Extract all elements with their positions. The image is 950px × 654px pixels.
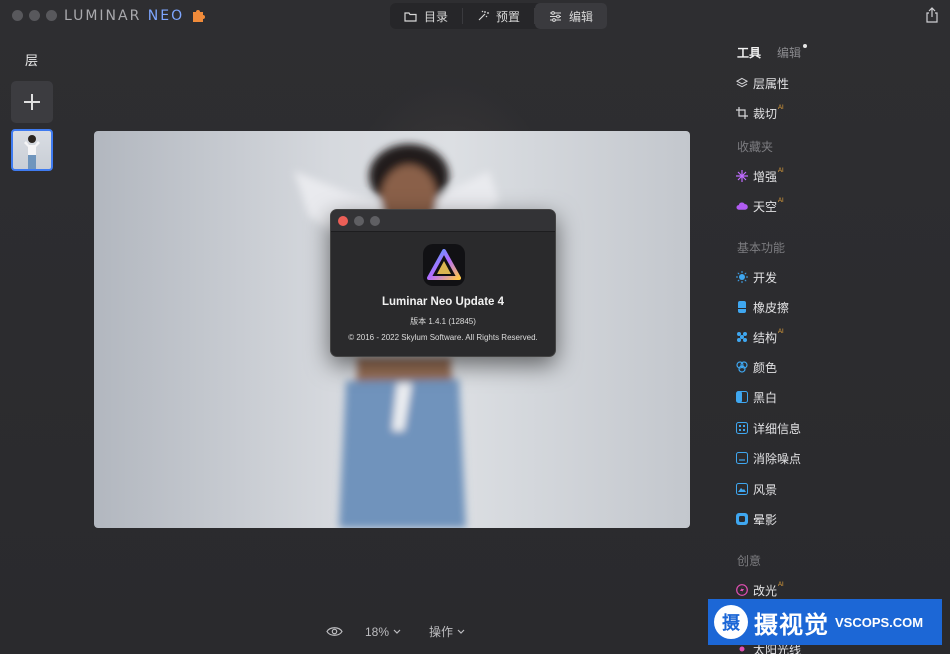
tool-develop-label: 开发 <box>753 270 778 285</box>
chevron-down-icon <box>393 629 401 634</box>
tool-layer-properties-label: 层属性 <box>753 76 790 91</box>
cloud-icon <box>736 202 748 210</box>
tab-presets-label: 预置 <box>496 9 521 24</box>
tool-develop[interactable]: 开发 <box>736 269 777 285</box>
chevron-down-icon <box>457 629 465 634</box>
sparkle-icon <box>736 170 748 182</box>
tab-tools[interactable]: 工具 <box>737 44 761 61</box>
tool-enhance[interactable]: 增强AI <box>736 168 784 184</box>
bottom-toolbar: 18% 操作 <box>326 623 465 640</box>
zoom-window-button[interactable] <box>46 10 57 21</box>
tool-erase[interactable]: 橡皮擦 <box>736 299 789 315</box>
actions-label: 操作 <box>429 625 454 639</box>
tool-erase-label: 橡皮擦 <box>753 300 790 315</box>
vignette-icon <box>736 513 748 525</box>
ai-badge: AI <box>778 197 784 204</box>
actions-dropdown[interactable]: 操作 <box>429 623 465 640</box>
tab-presets[interactable]: 预置 <box>463 3 534 29</box>
dialog-zoom-button[interactable] <box>370 216 380 226</box>
sliders-icon <box>550 10 562 22</box>
extensions-icon[interactable] <box>190 7 206 23</box>
dialog-titlebar <box>331 210 555 232</box>
tool-vignette-label: 晕影 <box>753 512 778 527</box>
eye-icon[interactable] <box>326 626 343 637</box>
title-bar: LUMINAR NEO 目录 预置 编辑 <box>0 0 950 32</box>
app-logo: LUMINAR NEO <box>64 8 185 24</box>
layers-icon <box>736 77 748 88</box>
dialog-minimize-button[interactable] <box>354 216 364 226</box>
tool-bw[interactable]: 黑白 <box>736 389 777 405</box>
section-essentials: 基本功能 <box>737 241 786 255</box>
tool-details[interactable]: 详细信息 <box>736 420 801 436</box>
details-icon <box>736 422 748 434</box>
right-panel-tabs: 工具 编辑 <box>737 44 808 61</box>
dialog-close-button[interactable] <box>338 216 348 226</box>
photo-thumbnail-icon <box>24 135 40 169</box>
tab-catalog[interactable]: 目录 <box>390 3 462 29</box>
tool-color[interactable]: 颜色 <box>736 359 777 375</box>
minimize-window-button[interactable] <box>29 10 40 21</box>
tool-relight-label: 改光 <box>753 583 778 598</box>
denoise-icon <box>736 452 748 464</box>
structure-icon <box>737 332 747 342</box>
layers-title: 层 <box>25 53 39 68</box>
zoom-value: 18% <box>365 624 390 639</box>
tool-sky[interactable]: 天空AI <box>736 198 784 214</box>
tool-relight[interactable]: 改光AI <box>736 582 784 598</box>
close-window-button[interactable] <box>12 10 23 21</box>
main-nav: 目录 预置 编辑 <box>390 3 608 29</box>
tool-landscape-label: 风景 <box>753 482 778 497</box>
about-dialog: Luminar Neo Update 4 版本 1.4.1 (12845) © … <box>330 209 556 357</box>
layer-thumbnail[interactable] <box>11 129 53 171</box>
sparkle-icon <box>478 10 490 21</box>
sun-icon <box>736 271 748 283</box>
bw-icon <box>736 391 748 403</box>
ai-badge: AI <box>778 104 784 111</box>
watermark-cn-text: 摄视觉 <box>754 611 829 639</box>
plus-icon <box>24 94 40 110</box>
eraser-icon <box>738 301 746 313</box>
window-controls <box>12 10 57 21</box>
dialog-title: Luminar Neo Update 4 <box>381 296 505 308</box>
tool-structure-label: 结构 <box>753 330 778 345</box>
tool-layer-properties[interactable]: 层属性 <box>736 75 789 91</box>
app-window: LUMINAR NEO 目录 预置 编辑 层 Luminar Neo Updat… <box>0 0 950 654</box>
tool-vignette[interactable]: 晕影 <box>736 511 777 527</box>
tool-structure[interactable]: 结构AI <box>736 329 784 345</box>
tool-details-label: 详细信息 <box>753 421 802 436</box>
landscape-icon <box>736 483 748 495</box>
tab-edits[interactable]: 编辑 <box>777 44 808 61</box>
dialog-copyright: © 2016 - 2022 Skylum Software. All Right… <box>348 333 538 342</box>
tool-sky-label: 天空 <box>753 199 778 214</box>
folder-icon <box>404 11 417 22</box>
ai-badge: AI <box>778 167 784 174</box>
ai-badge: AI <box>778 328 784 335</box>
watermark-logo: 摄 <box>714 605 748 639</box>
tool-denoise[interactable]: 消除噪点 <box>736 450 801 466</box>
tool-bw-label: 黑白 <box>753 390 778 405</box>
tool-landscape[interactable]: 风景 <box>736 481 777 497</box>
watermark-en-text: VSCOPS.COM <box>835 614 924 630</box>
tool-crop-label: 裁切 <box>753 106 778 121</box>
tab-edit-label: 编辑 <box>569 9 594 24</box>
crop-icon <box>736 107 748 119</box>
tool-denoise-label: 消除噪点 <box>753 451 802 466</box>
tab-edit[interactable]: 编辑 <box>535 3 608 29</box>
add-layer-button[interactable] <box>11 81 53 123</box>
zoom-dropdown[interactable]: 18% <box>365 625 401 639</box>
section-creative: 创意 <box>737 554 762 568</box>
luminar-app-icon <box>423 244 465 286</box>
tool-color-label: 颜色 <box>753 360 778 375</box>
section-favorites: 收藏夹 <box>737 140 774 154</box>
share-icon[interactable] <box>924 7 940 23</box>
relight-icon <box>736 584 748 596</box>
dialog-version: 版本 1.4.1 (12845) <box>410 317 476 326</box>
ai-badge: AI <box>778 581 784 588</box>
watermark-banner: 摄 摄视觉 VSCOPS.COM <box>708 599 942 645</box>
color-circles-icon <box>736 361 748 373</box>
tool-crop[interactable]: 裁切AI <box>736 105 784 121</box>
tool-enhance-label: 增强 <box>753 169 778 184</box>
tab-catalog-label: 目录 <box>424 9 449 24</box>
